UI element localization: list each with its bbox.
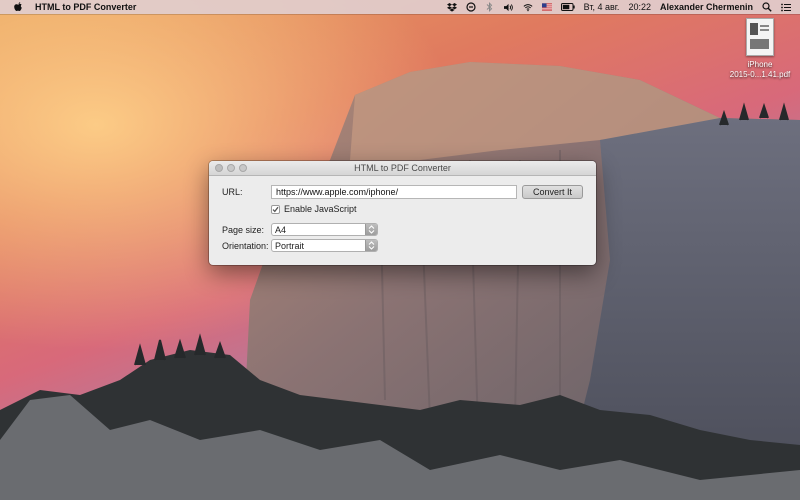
flag-icon[interactable] (541, 2, 552, 12)
enable-javascript-label: Enable JavaScript (284, 204, 357, 214)
file-name: iPhone 2015-0...1.41.pdf (730, 60, 791, 80)
orientation-select[interactable]: Portrait (271, 239, 378, 252)
notification-list-icon[interactable] (781, 2, 791, 12)
clock-text[interactable]: 20:22 (628, 2, 651, 12)
search-icon[interactable] (762, 2, 772, 12)
volume-icon[interactable] (503, 2, 514, 12)
zoom-button[interactable] (239, 164, 247, 172)
status-area: Вт, 4 авг. 20:22 Alexander Chermenin (446, 0, 800, 14)
url-label: URL: (222, 187, 243, 197)
file-name-line1: iPhone (747, 60, 773, 69)
orientation-label: Orientation: (222, 241, 269, 251)
sync-icon[interactable] (466, 2, 476, 12)
pdf-file-icon (746, 18, 774, 56)
page-size-label: Page size: (222, 225, 265, 235)
dropbox-icon[interactable] (446, 2, 457, 12)
bluetooth-icon[interactable] (485, 2, 495, 12)
page-size-select[interactable]: A4 (271, 223, 378, 236)
window-title: HTML to PDF Converter (354, 163, 451, 173)
file-name-line2: 2015-0...1.41.pdf (729, 70, 791, 79)
menu-bar: HTML to PDF Converter Вт, 4 авг. 20:22 A… (0, 0, 800, 14)
url-input[interactable] (271, 185, 517, 199)
battery-icon[interactable] (560, 2, 575, 12)
window-content: URL: Convert It Enable JavaScript Page s… (209, 176, 596, 265)
enable-javascript-checkbox[interactable] (271, 204, 280, 214)
checkmark-icon (272, 206, 279, 212)
user-menu[interactable]: Alexander Chermenin (660, 2, 753, 12)
orientation-value: Portrait (275, 240, 305, 251)
enable-javascript-row[interactable]: Enable JavaScript (271, 203, 357, 215)
page-size-value: A4 (275, 224, 287, 235)
app-menu[interactable]: HTML to PDF Converter (35, 2, 136, 12)
date-text[interactable]: Вт, 4 авг. (584, 2, 620, 12)
minimize-button[interactable] (227, 164, 235, 172)
window-titlebar[interactable]: HTML to PDF Converter (209, 161, 596, 176)
apple-icon[interactable] (13, 2, 23, 13)
convert-button[interactable]: Convert It (522, 185, 583, 199)
window-controls (215, 164, 251, 172)
wifi-icon[interactable] (523, 2, 533, 12)
desktop-pdf-file[interactable]: iPhone 2015-0...1.41.pdf (722, 18, 798, 80)
close-button[interactable] (215, 164, 223, 172)
converter-window: HTML to PDF Converter URL: Convert It En… (209, 161, 596, 265)
chevron-updown-icon (365, 240, 377, 251)
chevron-updown-icon (365, 224, 377, 235)
